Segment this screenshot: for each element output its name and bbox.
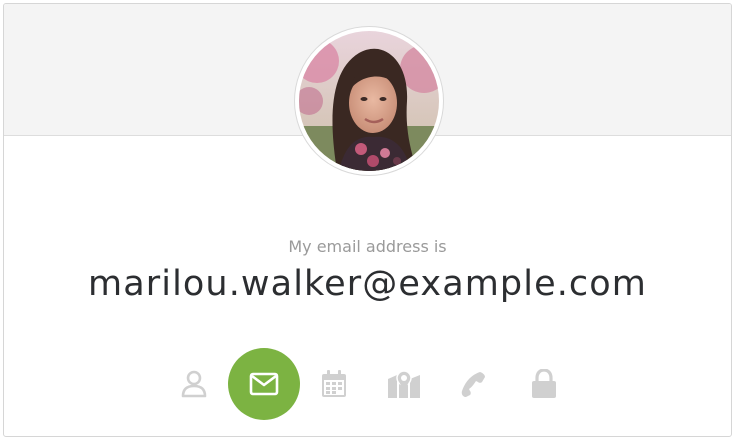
field-value: marilou.walker@example.com	[88, 264, 647, 304]
password-button[interactable]	[508, 348, 580, 420]
person-button[interactable]	[158, 348, 230, 420]
field-label: My email address is	[288, 237, 447, 256]
birthday-button[interactable]	[298, 348, 370, 420]
field-switcher	[4, 348, 731, 420]
user-card: My email address is marilou.walker@examp…	[3, 3, 732, 437]
phone-button[interactable]	[438, 348, 510, 420]
calendar-icon	[322, 370, 346, 397]
location-button[interactable]	[368, 348, 440, 420]
phone-icon	[461, 372, 485, 397]
person-icon	[181, 370, 207, 398]
avatar	[299, 31, 439, 171]
lock-icon	[532, 369, 556, 398]
envelope-icon	[249, 372, 279, 396]
map-icon	[388, 370, 420, 398]
avatar-frame	[294, 26, 444, 176]
avatar-photo	[299, 31, 439, 171]
email-button[interactable]	[228, 348, 300, 420]
